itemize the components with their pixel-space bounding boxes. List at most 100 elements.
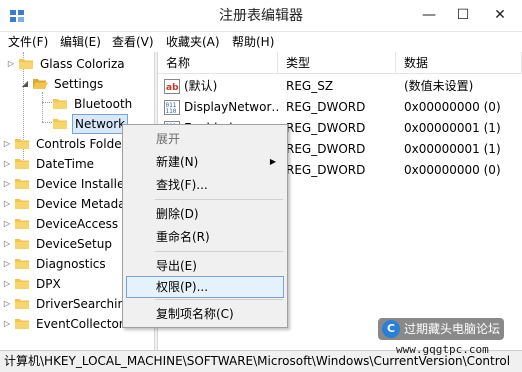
submenu-arrow-icon: ▶ [269,157,276,166]
context-menu: 展开新建(N) ▶ 查找(F)... 删除(D) 重命名(R) 导出(E) 权限(P)...… [122,124,288,328]
tree-item-label: Network [72,114,129,134]
tree-item-label: DeviceSetup [36,237,112,251]
folder-icon [14,197,30,211]
expand-arrow-icon[interactable]: ▷ [2,174,12,194]
tree-item-label: DeviceAccess [36,217,119,231]
expand-arrow-icon[interactable]: ▷ [2,154,12,174]
context-menu-label: 导出(E) [156,259,197,273]
string-value-icon: ab [164,79,180,94]
tree-item-label: Controls Folde [36,137,122,151]
folder-icon [14,237,30,251]
title-bar: 注册表编辑器 — ☐ ✕ [0,0,522,32]
value-data: 0x00000001 (1) [404,142,501,156]
site-watermark: C 过期藏头电脑论坛 www.gqgtpc.com [372,316,518,360]
value-name: DisplayNetwor… [184,100,278,114]
tree-item-label: DPX [36,277,61,291]
tree-item-label: Device Metada [36,197,126,211]
watermark-logo-icon: C [382,320,400,338]
context-menu-label: 查找(F)... [156,178,208,192]
value-data: (数值未设置) [404,79,474,93]
context-menu-item[interactable]: 权限(P)... [126,276,284,298]
folder-icon [52,97,68,111]
tree-item-label: Diagnostics [36,257,106,271]
folder-icon [18,57,34,71]
context-menu-item: 展开 [126,128,284,150]
collapse-arrow-icon[interactable]: ◢ [20,74,30,94]
folder-icon [14,297,30,311]
menu-separator [155,251,283,252]
column-header-data[interactable]: 数据 [396,52,522,74]
folder-icon [14,177,30,191]
folder-icon [14,257,30,271]
expand-arrow-icon[interactable]: ▷ [2,254,12,274]
folder-icon [14,157,30,171]
value-type: REG_SZ [286,79,334,93]
close-button[interactable]: ✕ [480,0,520,30]
expand-arrow-icon[interactable]: ▷ [2,274,12,294]
svg-text:110: 110 [166,108,177,115]
expand-arrow-icon[interactable]: ▷ [2,134,12,154]
value-type: REG_DWORD [286,163,366,177]
context-menu-item[interactable]: 导出(E) [126,255,284,277]
value-data: 0x00000000 (0) [404,163,501,177]
folder-icon [14,317,30,331]
folder-icon [14,217,30,231]
menu-help[interactable]: 帮助(H) [228,32,278,52]
menu-separator [155,299,283,300]
list-header: 名称 类型 数据 [158,52,522,74]
value-type: REG_DWORD [286,142,366,156]
value-type: REG_DWORD [286,100,366,114]
menu-file[interactable]: 文件(F) [4,32,52,52]
expand-arrow-icon [40,94,50,114]
dword-value-icon: 011110 [164,100,180,115]
svg-text:ab: ab [166,83,179,93]
tree-item-settings[interactable]: ◢ Settings [20,74,154,94]
maximize-button[interactable]: ☐ [446,0,480,30]
tree-item-label: DriverSearching [36,297,133,311]
tree-item-label: Settings [54,77,104,91]
value-data: 0x00000000 (0) [404,100,501,114]
value-type: REG_DWORD [286,121,366,135]
folder-icon [14,137,30,151]
tree-item-label: Device Installer [36,177,130,191]
watermark-badge: C 过期藏头电脑论坛 [378,318,504,340]
value-row[interactable]: ab (默认) REG_SZ (数值未设置) [158,76,522,97]
menu-favorites[interactable]: 收藏夹(A) [162,32,224,52]
context-menu-item[interactable]: 查找(F)... [126,174,284,196]
value-row[interactable]: 011 110 DisplayNetwor… REG_DWORD 0x00000000 … [158,97,522,118]
context-menu-label: 删除(D) [156,207,199,221]
tree-item-glass-coloriza[interactable]: ▷ Glass Coloriza [6,54,154,74]
menu-separator [155,199,283,200]
expand-arrow-icon[interactable]: ▷ [2,214,12,234]
menu-edit[interactable]: 编辑(E) [56,32,105,52]
context-menu-item[interactable]: 复制项名称(C) [126,303,284,325]
tree-item-bluetooth[interactable]: Bluetooth [40,94,154,114]
context-menu-item[interactable]: 重命名(R) [126,226,284,248]
context-menu-item[interactable]: 删除(D) [126,203,284,225]
minimize-button[interactable]: — [412,0,446,30]
context-menu-label: 展开 [156,132,181,146]
tree-item-label: Bluetooth [74,97,133,111]
tree-item-label: EventCollector [36,317,124,331]
watermark-brand: 过期藏头电脑论坛 [404,322,501,336]
folder-open-icon [32,77,48,91]
context-menu-item[interactable]: 新建(N) ▶ [126,151,284,173]
tree-item-label: DateTime [36,157,95,171]
value-data: 0x00000001 (1) [404,121,501,135]
expand-arrow-icon[interactable]: ▷ [2,234,12,254]
folder-icon [52,117,68,131]
expand-arrow-icon[interactable]: ▷ [6,54,16,74]
tree-item-label: Glass Coloriza [40,57,125,71]
column-header-name[interactable]: 名称 [158,52,278,74]
context-menu-label: 重命名(R) [156,230,210,244]
value-name: (默认) [184,79,218,93]
column-header-type[interactable]: 类型 [278,52,396,74]
expand-arrow-icon[interactable]: ▷ [2,194,12,214]
folder-icon [14,277,30,291]
context-menu-label: 新建(N) [156,155,199,169]
menu-view[interactable]: 查看(V) [108,32,158,52]
expand-arrow-icon[interactable]: ▷ [2,294,12,314]
expand-arrow-icon[interactable]: ▷ [2,314,12,334]
expand-arrow-icon [40,114,50,134]
context-menu-label: 权限(P)... [156,280,209,294]
